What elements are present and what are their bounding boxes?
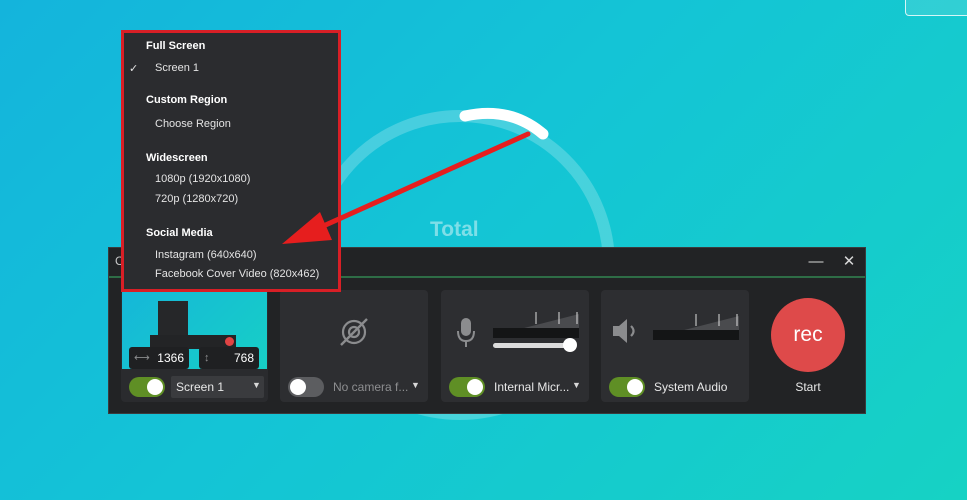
top-right-button[interactable] xyxy=(905,0,967,16)
toggle-knob xyxy=(467,379,483,395)
height-value: 768 xyxy=(233,351,254,365)
menu-item[interactable]: ✓ Screen 1 xyxy=(124,62,369,75)
menu-item-label: 720p (1280x720) xyxy=(155,193,239,205)
screen-panel: ⟷ 1366 ↕ 768 Screen 1 ▼ xyxy=(121,290,268,402)
width-arrows-icon: ⟷ xyxy=(134,352,150,364)
menu-section-heading: Custom Region xyxy=(146,94,228,106)
chevron-down-icon[interactable]: ▼ xyxy=(411,380,420,390)
record-button[interactable]: rec xyxy=(771,298,845,372)
camera-select-value[interactable]: No camera f... xyxy=(333,380,408,394)
system-audio-label: System Audio xyxy=(654,380,728,394)
width-field[interactable]: ⟷ 1366 xyxy=(129,347,189,369)
annotation-arrow xyxy=(282,131,531,244)
height-field[interactable]: ↕ 768 xyxy=(199,347,259,369)
screen-toggle[interactable] xyxy=(129,377,165,397)
toggle-knob xyxy=(627,379,643,395)
microphone-icon xyxy=(457,318,475,347)
menu-item[interactable]: Facebook Cover Video (820x462) xyxy=(124,268,369,280)
mic-level-meter xyxy=(493,312,579,338)
camera-off-icon xyxy=(340,318,368,346)
camera-toggle[interactable] xyxy=(288,377,324,397)
screen-preview[interactable]: ⟷ 1366 ↕ 768 xyxy=(122,291,267,369)
width-value: 1366 xyxy=(157,351,184,365)
speaker-icon xyxy=(613,319,635,343)
preview-rec-dot xyxy=(225,337,234,346)
system-audio-panel: System Audio xyxy=(601,290,749,402)
menu-section-heading: Full Screen xyxy=(146,40,206,52)
microphone-panel: Internal Micr... ▼ xyxy=(441,290,589,402)
menu-item-label: Instagram (640x640) xyxy=(155,249,257,261)
microphone-toggle[interactable] xyxy=(449,377,485,397)
microphone-select-value[interactable]: Internal Micr... xyxy=(494,380,569,394)
menu-item-label: 1080p (1920x1080) xyxy=(155,173,251,185)
toggle-knob xyxy=(147,379,163,395)
toggle-knob xyxy=(290,379,306,395)
system-audio-level-meter xyxy=(653,314,739,340)
menu-item-label: Choose Region xyxy=(155,118,231,130)
menu-item-label: Facebook Cover Video (820x462) xyxy=(155,268,320,280)
camera-panel: No camera f... ▼ xyxy=(280,290,428,402)
mic-volume-knob[interactable] xyxy=(563,338,577,352)
minimize-button[interactable]: — xyxy=(806,252,826,272)
chevron-down-icon[interactable]: ▼ xyxy=(572,380,581,390)
menu-item[interactable]: Instagram (640x640) xyxy=(124,249,369,261)
height-arrows-icon: ↕ xyxy=(204,352,210,364)
close-button[interactable]: ✕ xyxy=(839,252,859,272)
chevron-down-icon[interactable]: ▼ xyxy=(252,380,261,390)
system-audio-toggle[interactable] xyxy=(609,377,645,397)
menu-item-label: Screen 1 xyxy=(155,62,200,74)
record-caption: Start xyxy=(795,380,821,394)
screen-select[interactable]: Screen 1 xyxy=(171,376,264,398)
screen-select-value: Screen 1 xyxy=(176,380,225,394)
checkmark-icon: ✓ xyxy=(129,63,139,75)
